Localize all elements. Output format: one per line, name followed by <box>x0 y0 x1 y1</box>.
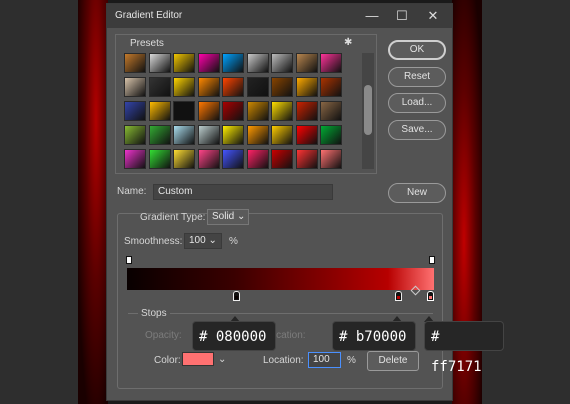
preset-swatch[interactable] <box>197 125 220 145</box>
preset-swatch[interactable] <box>320 125 342 145</box>
presets-label: Presets <box>130 38 164 49</box>
preset-swatch[interactable] <box>246 77 269 97</box>
location-field[interactable]: 100 <box>308 352 341 368</box>
preset-swatch[interactable] <box>271 77 293 97</box>
preset-swatch[interactable] <box>173 149 195 169</box>
preset-swatch[interactable] <box>222 125 244 145</box>
ok-button[interactable]: OK <box>388 40 446 60</box>
preset-swatch[interactable] <box>197 101 220 121</box>
gradient-editor-dialog: Gradient Editor — ☐ ✕ Presets ✱ OK Reset… <box>106 3 504 401</box>
color-stop-3-swatch <box>429 296 432 299</box>
preset-swatch[interactable] <box>148 125 171 145</box>
smoothness-unit: % <box>229 236 238 247</box>
color-tooltip-2: # b70000 <box>332 321 416 351</box>
preset-swatch[interactable] <box>148 149 171 169</box>
preset-swatch[interactable] <box>124 101 146 121</box>
preset-swatch[interactable] <box>197 149 220 169</box>
smoothness-value: 100 <box>189 235 206 246</box>
gradient-type-value: Solid <box>212 211 235 222</box>
preset-swatch[interactable] <box>124 53 146 73</box>
preset-swatch[interactable] <box>271 149 293 169</box>
name-label: Name: <box>117 186 147 197</box>
preset-swatch[interactable] <box>246 101 269 121</box>
preset-swatch[interactable] <box>173 77 195 97</box>
red-artwork-left <box>78 0 108 404</box>
location-unit: % <box>347 355 356 366</box>
color-tooltip-3: # ff7171 <box>424 321 504 375</box>
preset-swatch[interactable] <box>295 53 318 73</box>
title-bar[interactable]: Gradient Editor — ☐ ✕ <box>107 4 452 28</box>
gradient-bar[interactable] <box>127 268 434 290</box>
canvas-background-left <box>0 0 108 404</box>
gear-icon[interactable]: ✱ <box>344 37 352 48</box>
opacity-stop-left[interactable] <box>126 256 132 264</box>
preset-swatch[interactable] <box>124 149 146 169</box>
stop-color-swatch[interactable] <box>182 352 214 366</box>
preset-swatch[interactable] <box>246 53 269 73</box>
dialog-title: Gradient Editor <box>115 10 183 21</box>
close-icon[interactable]: ✕ <box>423 7 443 25</box>
name-field[interactable]: Custom <box>153 184 333 200</box>
preset-swatch[interactable] <box>222 53 244 73</box>
preset-swatch[interactable] <box>124 77 146 97</box>
preset-swatch[interactable] <box>148 77 171 97</box>
smoothness-label: Smoothness: <box>124 236 183 247</box>
preset-swatch[interactable] <box>295 149 318 169</box>
save-button[interactable]: Save... <box>388 120 446 140</box>
preset-swatch[interactable] <box>295 101 318 121</box>
preset-swatch[interactable] <box>124 125 146 145</box>
chevron-down-icon: ⌄ <box>208 235 217 246</box>
color-stop-3[interactable] <box>427 291 434 301</box>
preset-swatch[interactable] <box>320 101 342 121</box>
presets-scroll-thumb[interactable] <box>364 85 372 135</box>
preset-swatch[interactable] <box>197 53 220 73</box>
opacity-stop-right[interactable] <box>429 256 435 264</box>
preset-swatch[interactable] <box>197 77 220 97</box>
color-stop-1[interactable] <box>233 291 240 301</box>
preset-swatch[interactable] <box>148 101 171 121</box>
reset-button[interactable]: Reset <box>388 67 446 87</box>
preset-swatch[interactable] <box>148 53 171 73</box>
color-label: Color: <box>154 355 181 366</box>
preset-swatch[interactable] <box>295 125 318 145</box>
gradient-type-label: Gradient Type: <box>140 212 206 223</box>
preset-swatch[interactable] <box>246 125 269 145</box>
stops-label: Stops <box>138 308 170 319</box>
preset-swatch[interactable] <box>320 77 342 97</box>
new-button[interactable]: New <box>388 183 446 203</box>
preset-swatch[interactable] <box>173 101 195 121</box>
minimize-icon[interactable]: — <box>362 7 382 25</box>
location-label: Location: <box>263 355 304 366</box>
load-button[interactable]: Load... <box>388 93 446 113</box>
preset-swatch[interactable] <box>222 101 244 121</box>
smoothness-field[interactable]: 100 ⌄ <box>184 233 222 249</box>
preset-swatch[interactable] <box>173 125 195 145</box>
preset-swatch[interactable] <box>320 149 342 169</box>
preset-swatch[interactable] <box>271 101 293 121</box>
preset-swatch[interactable] <box>271 125 293 145</box>
preset-swatch[interactable] <box>246 149 269 169</box>
preset-swatch[interactable] <box>222 77 244 97</box>
preset-swatch[interactable] <box>173 53 195 73</box>
maximize-icon[interactable]: ☐ <box>392 7 412 25</box>
gradient-type-select[interactable]: Solid ⌄ <box>207 209 249 225</box>
chevron-down-icon[interactable]: ⌄ <box>218 354 226 365</box>
preset-swatch[interactable] <box>320 53 342 73</box>
chevron-down-icon: ⌄ <box>237 211 246 222</box>
color-stop-2-swatch <box>397 296 400 299</box>
color-tooltip-1: # 080000 <box>192 321 276 351</box>
presets-scrollbar[interactable] <box>362 53 374 169</box>
color-stop-2[interactable] <box>395 291 402 301</box>
color-stop-1-swatch <box>235 296 238 299</box>
delete-button[interactable]: Delete <box>367 351 419 371</box>
preset-swatch[interactable] <box>271 53 293 73</box>
preset-swatch[interactable] <box>295 77 318 97</box>
preset-swatch[interactable] <box>222 149 244 169</box>
presets-panel: Presets ✱ <box>115 34 377 174</box>
opacity-label: Opacity: <box>145 330 182 341</box>
